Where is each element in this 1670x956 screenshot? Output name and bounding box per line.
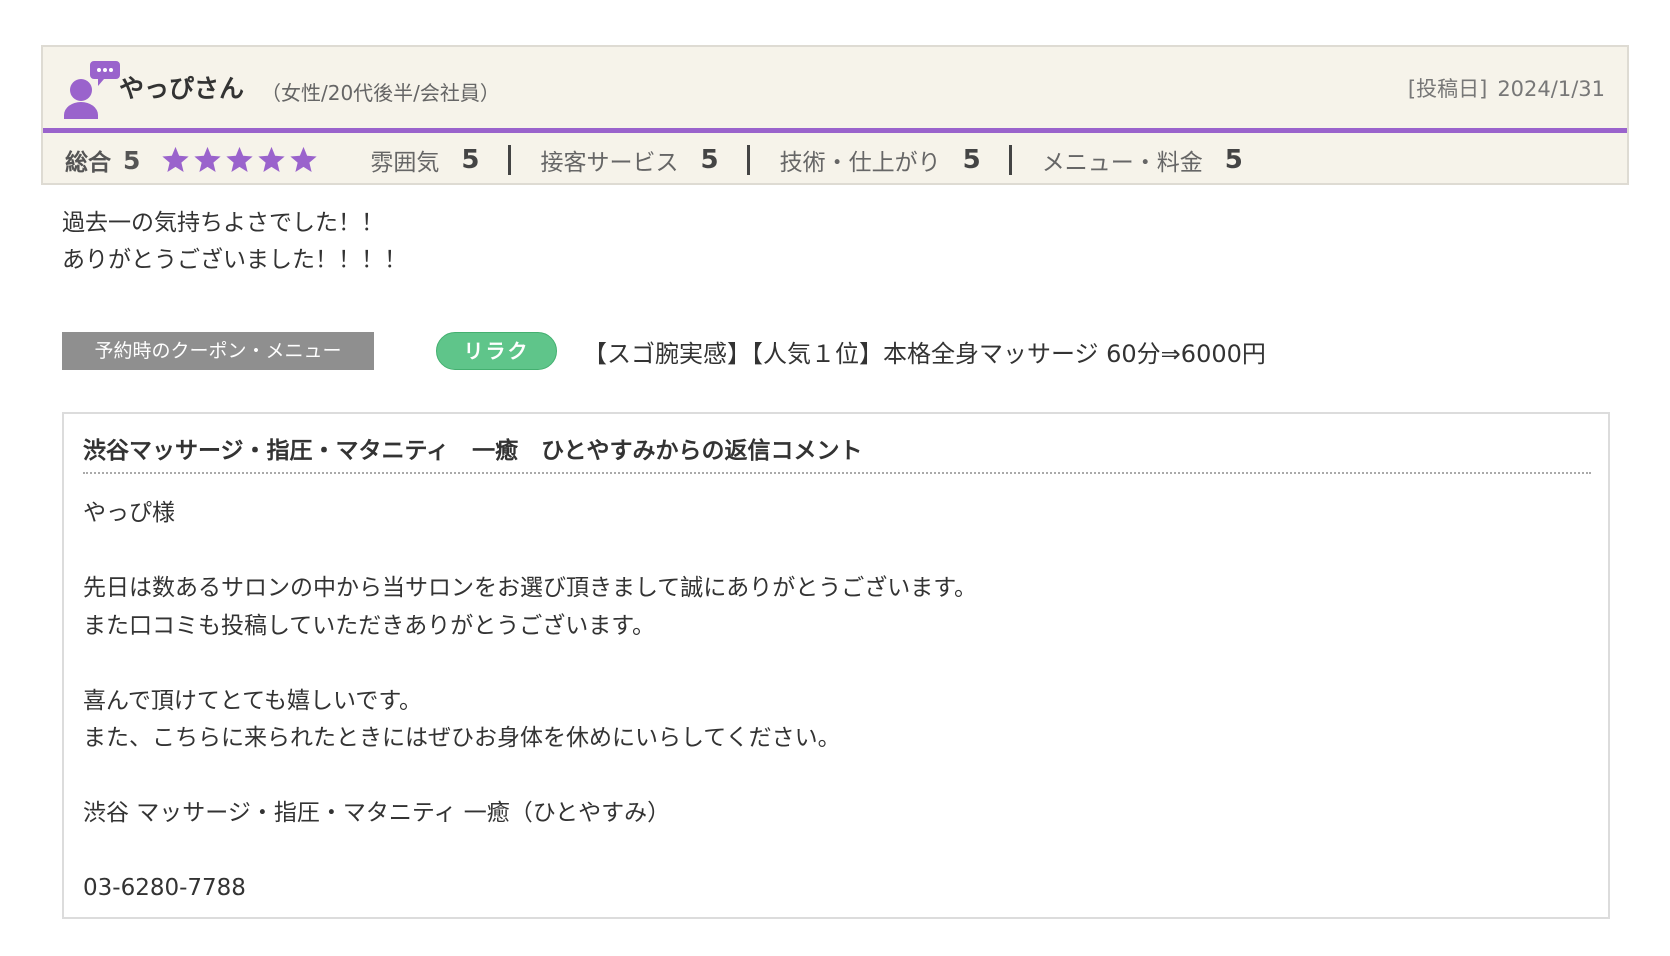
reviewer-name: やっぴさん: [119, 74, 245, 103]
ratings-row: 総合 5 雰囲気 5 接客サービス 5 技術・仕上がり 5 メニュー・料金 5: [43, 137, 1627, 183]
rating-menu-price: メニュー・料金 5: [1042, 143, 1243, 177]
review-card: やっぴさん （女性/20代後半/会社員） [投稿日] 2024/1/31 総合 5…: [41, 45, 1629, 185]
coupon-category-badge: リラク: [436, 332, 557, 370]
review-line: 過去一の気持ちよさでした！！: [62, 210, 384, 236]
star-icon: [162, 146, 190, 172]
reply-line: [83, 533, 977, 571]
post-date-label: [投稿日]: [1407, 77, 1488, 101]
reply-text: やっぴ様先日は数あるサロンの中から当サロンをお選び頂きまして誠にありがとうござい…: [83, 495, 977, 908]
rating-label: 技術・仕上がり: [779, 150, 941, 176]
reply-line: 渋谷 マッサージ・指圧・マタニティ 一癒（ひとやすみ）: [83, 800, 671, 826]
post-date-value: 2024/1/31: [1497, 77, 1605, 101]
rating-label: 雰囲気: [370, 150, 440, 176]
reply-title: 渋谷マッサージ・指圧・マタニティ 一癒 ひとやすみからの返信コメント: [83, 438, 863, 464]
rating-value: 5: [700, 145, 719, 175]
star-icon: [226, 146, 254, 172]
rating-service: 接客サービス 5: [541, 143, 719, 177]
reply-line: [83, 645, 977, 683]
star-icon: [290, 146, 318, 172]
rating-label: 接客サービス: [540, 150, 679, 176]
star-rating: [160, 145, 320, 175]
reply-line: やっぴ様: [83, 500, 175, 526]
star-icon: [194, 146, 222, 172]
person-chat-icon: [64, 61, 120, 119]
reply-line: また口コミも投稿していただきありがとうございます。: [83, 612, 656, 639]
reply-line: 先日は数あるサロンの中から当サロンをお選び頂きまして誠にありがとうございます。: [83, 575, 978, 601]
reply-line: [83, 758, 977, 796]
rating-value: 5: [461, 145, 480, 175]
reply-divider: [83, 472, 1591, 474]
rating-value: 5: [962, 145, 981, 175]
review-line: ありがとうございました！！！！: [62, 247, 407, 273]
coupon-label: 予約時のクーポン・メニュー: [62, 332, 374, 370]
salon-reply: 渋谷マッサージ・指圧・マタニティ 一癒 ひとやすみからの返信コメント やっぴ様先…: [62, 412, 1610, 919]
rating-value: 5: [1224, 145, 1243, 175]
reply-line: 喜んで頂けてとても嬉しいです。: [83, 687, 423, 714]
star-icon: [258, 146, 286, 172]
overall-value: 5: [123, 145, 141, 175]
reply-line: また、こちらに来られたときにはぜひお身体を休めにいらしてください。: [83, 725, 841, 751]
rating-technique: 技術・仕上がり 5: [780, 143, 981, 177]
reply-line: [83, 833, 977, 871]
post-date: [投稿日] 2024/1/31: [1408, 73, 1605, 103]
review-header: やっぴさん （女性/20代後半/会社員） [投稿日] 2024/1/31: [43, 47, 1627, 128]
rating-separator: [1008, 145, 1012, 175]
reviewer-meta: （女性/20代後半/会社員）: [261, 81, 500, 105]
header-divider: [43, 128, 1627, 133]
rating-label: メニュー・料金: [1041, 150, 1203, 176]
rating-separator: [746, 145, 750, 175]
reply-line: 03-6280-7788: [83, 875, 246, 901]
coupon-row: 予約時のクーポン・メニュー リラク 【スゴ腕実感】【人気１位】本格全身マッサージ…: [62, 332, 1266, 370]
coupon-name[interactable]: 【スゴ腕実感】【人気１位】本格全身マッサージ 60分⇒6000円: [583, 334, 1266, 369]
rating-separator: [507, 145, 511, 175]
overall-label: 総合: [65, 150, 111, 176]
rating-atmosphere: 雰囲気 5: [370, 143, 479, 177]
review-body: 過去一の気持ちよさでした！！ ありがとうございました！！！！: [62, 205, 407, 279]
